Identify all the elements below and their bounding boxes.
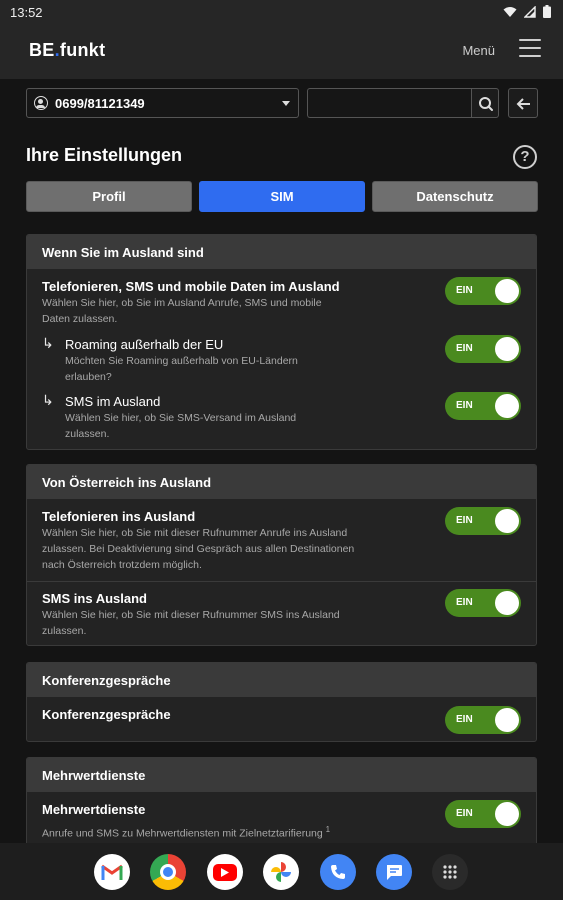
toggle-sms-abroad[interactable]: EIN	[445, 392, 521, 420]
setting-row-roaming-non-eu: ↳ Roaming außerhalb der EU Möchten Sie R…	[27, 331, 536, 389]
setting-description: Anrufe und SMS zu Mehrwertdiensten mit Z…	[42, 825, 331, 840]
setting-title: SMS im Ausland	[65, 394, 161, 409]
toggle-calls-to-abroad[interactable]: EIN	[445, 507, 521, 535]
tab-sim[interactable]: SIM	[199, 181, 365, 212]
setting-row-calls-to-abroad: Telefonieren ins Ausland Wählen Sie hier…	[27, 499, 536, 581]
section-title: Von Österreich ins Ausland	[27, 465, 536, 499]
account-circle-icon	[34, 96, 48, 110]
section-abroad: Wenn Sie im Ausland sind Telefonieren, S…	[26, 234, 537, 450]
back-button[interactable]	[508, 88, 538, 118]
phone-number-select[interactable]: 0699/81121349	[26, 88, 299, 118]
setting-title: Telefonieren ins Ausland	[42, 509, 196, 524]
toggle-premium[interactable]: EIN	[445, 800, 521, 828]
setting-description: Wählen Sie hier, ob Sie SMS-Versand im A…	[65, 412, 297, 440]
section-title: Wenn Sie im Ausland sind	[27, 235, 536, 269]
tab-profil[interactable]: Profil	[26, 181, 192, 212]
hamburger-menu-icon[interactable]	[519, 39, 541, 61]
arrow-left-icon	[516, 98, 530, 110]
toggle-sms-to-abroad[interactable]: EIN	[445, 589, 521, 617]
section-to-abroad: Von Österreich ins Ausland Telefonieren …	[26, 464, 537, 646]
setting-title: Roaming außerhalb der EU	[65, 337, 224, 352]
section-title: Mehrwertdienste	[27, 758, 536, 792]
wifi-icon	[503, 6, 517, 17]
sub-arrow-icon: ↳	[42, 392, 54, 408]
signal-icon	[524, 5, 536, 18]
app-drawer-icon[interactable]	[432, 854, 468, 890]
footnote-marker: 1	[325, 825, 331, 834]
setting-title: SMS ins Ausland	[42, 591, 147, 606]
number-controls: 0699/81121349	[26, 88, 538, 118]
setting-row-conference: Konferenzgespräche EIN	[27, 697, 536, 741]
section-title: Konferenzgespräche	[27, 663, 536, 697]
chrome-icon[interactable]	[150, 854, 186, 890]
section-conference: Konferenzgespräche Konferenzgespräche EI…	[26, 662, 537, 742]
phone-number-value: 0699/81121349	[55, 96, 145, 111]
setting-description: Wählen Sie hier, ob Sie mit dieser Rufnu…	[42, 609, 340, 637]
status-icons	[503, 5, 551, 18]
toggle-roaming-all[interactable]: EIN	[445, 277, 521, 305]
battery-icon	[543, 5, 551, 18]
sub-arrow-icon: ↳	[42, 335, 54, 351]
toggle-roaming-non-eu[interactable]: EIN	[445, 335, 521, 363]
search-button[interactable]	[471, 88, 499, 118]
setting-row-roaming-all: Telefonieren, SMS und mobile Daten im Au…	[27, 269, 536, 331]
help-icon[interactable]: ?	[513, 145, 537, 169]
section-premium-services: Mehrwertdienste Mehrwertdienste Anrufe u…	[26, 757, 537, 857]
setting-description: Wählen Sie hier, ob Sie im Ausland Anruf…	[42, 297, 322, 325]
setting-row-sms-abroad: ↳ SMS im Ausland Wählen Sie hier, ob Sie…	[27, 389, 536, 449]
settings-tabs: Profil SIM Datenschutz	[26, 181, 538, 212]
tab-datenschutz[interactable]: Datenschutz	[372, 181, 538, 212]
setting-row-sms-to-abroad: SMS ins Ausland Wählen Sie hier, ob Sie …	[27, 582, 536, 645]
setting-title: Mehrwertdienste	[42, 802, 146, 817]
menu-label[interactable]: Menü	[462, 43, 495, 58]
toggle-conference[interactable]: EIN	[445, 706, 521, 734]
setting-title: Konferenzgespräche	[42, 707, 171, 722]
setting-description: Wählen Sie hier, ob Sie mit dieser Rufnu…	[42, 527, 355, 571]
status-time: 13:52	[10, 5, 43, 20]
brand-logo[interactable]: BE.funkt	[29, 40, 105, 61]
search-input[interactable]	[307, 88, 472, 118]
dropdown-caret-icon	[282, 101, 290, 106]
messages-icon[interactable]	[376, 854, 412, 890]
setting-description: Möchten Sie Roaming außerhalb von EU-Län…	[65, 355, 298, 383]
youtube-icon[interactable]	[207, 854, 243, 890]
app-dock	[0, 843, 563, 900]
app-header: BE.funkt Menü	[0, 26, 563, 79]
gmail-icon[interactable]	[94, 854, 130, 890]
setting-title: Telefonieren, SMS und mobile Daten im Au…	[42, 279, 340, 294]
phone-icon[interactable]	[320, 854, 356, 890]
photos-icon[interactable]	[263, 854, 299, 890]
page-title: Ihre Einstellungen	[26, 145, 183, 165]
status-bar: 13:52	[0, 0, 563, 26]
search-icon	[479, 97, 493, 111]
